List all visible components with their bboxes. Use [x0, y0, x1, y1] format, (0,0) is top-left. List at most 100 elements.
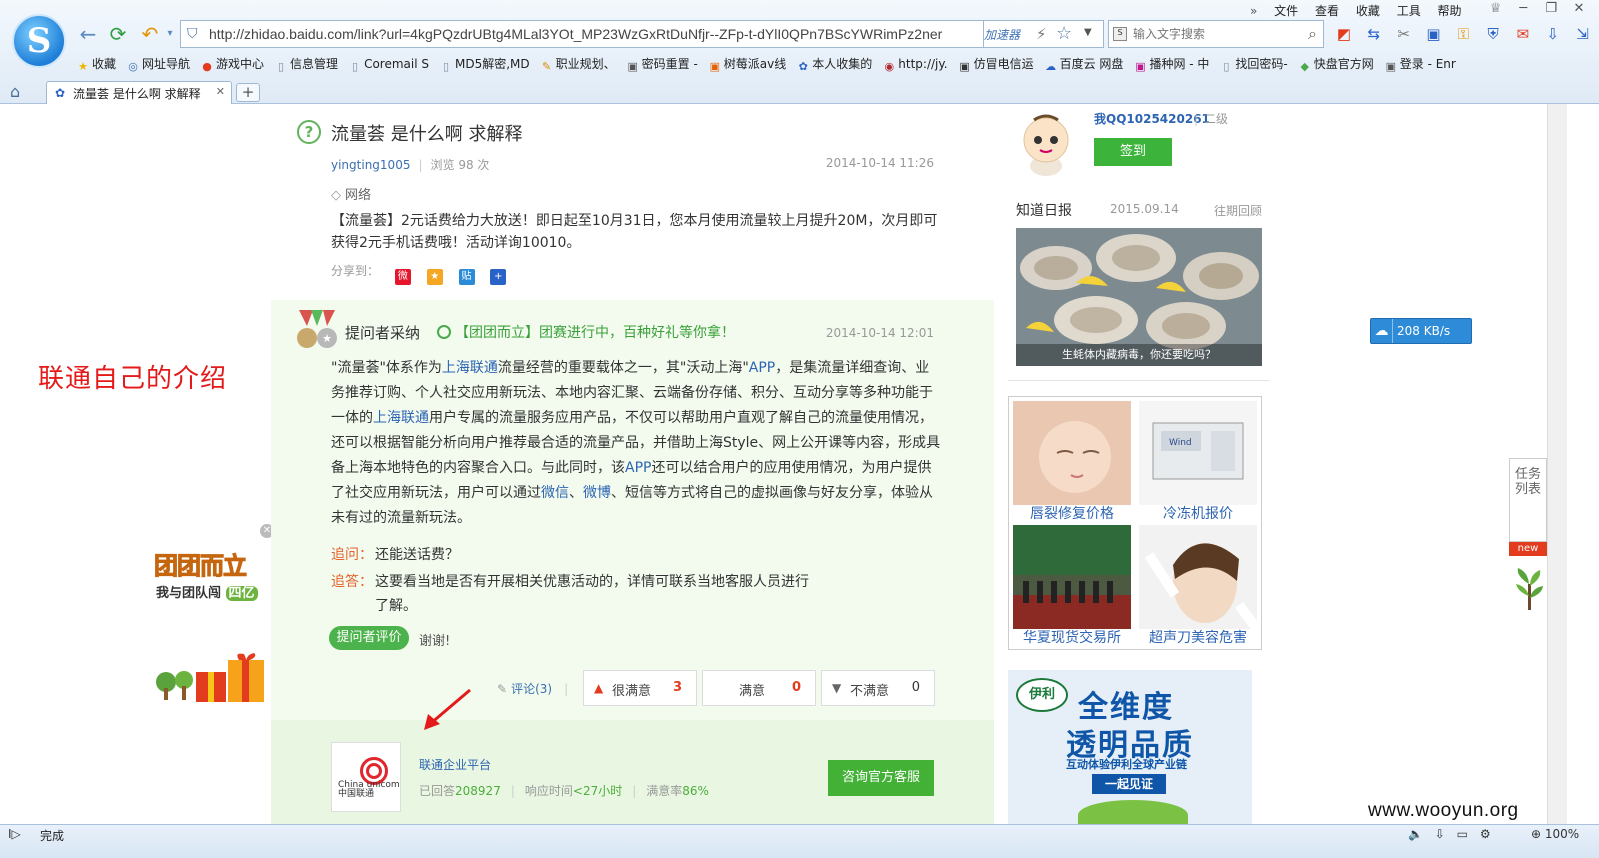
volume-icon[interactable]: 🔈 — [1408, 827, 1423, 841]
vote-very-satisfied[interactable]: ▲ 很满意 3 — [583, 670, 697, 706]
bookmark-item[interactable]: ● 游戏中心 — [200, 54, 264, 74]
tieba-share-icon[interactable]: 贴 — [458, 269, 475, 285]
security-shield-icon[interactable]: ⛨ — [1481, 22, 1505, 46]
menu-help[interactable]: 帮助 — [1438, 2, 1462, 19]
more-share-icon[interactable]: + — [490, 269, 507, 285]
sync-icon[interactable]: ⇆ — [1362, 22, 1386, 46]
home-icon[interactable]: ⌂ — [10, 82, 20, 101]
promo-link[interactable]: 【团团而立】团赛进行中，百种好礼等你拿！ — [437, 322, 735, 342]
answer-keyword-link[interactable]: 微博 — [583, 485, 611, 501]
search-engine-icon[interactable]: S — [1113, 27, 1127, 41]
floating-ad[interactable]: ✕ 团团而立 我与团队闯 四亿 — [150, 524, 274, 708]
bookmark-item[interactable]: ▣ 登录 - Enr — [1384, 54, 1456, 74]
accelerator-button[interactable]: 加速器 — [984, 26, 1020, 43]
url-text[interactable]: http://zhidao.baidu.com/link?url=4kgPQzd… — [209, 26, 977, 42]
answer-keyword-link[interactable]: 微信 — [541, 485, 569, 501]
answer-keyword-link[interactable]: 上海联通 — [442, 360, 498, 376]
question-tag[interactable]: ◇ 网络 — [331, 184, 371, 203]
bookmark-item[interactable]: ▯ 找回密码- — [1219, 54, 1287, 74]
ad-label-4[interactable]: 超声刀美容危害 — [1135, 627, 1261, 647]
vote-satisfied[interactable]: 满意 0 — [702, 670, 816, 706]
mail-icon[interactable]: ✉ — [1511, 22, 1535, 46]
ad-label-3[interactable]: 华夏现货交易所 — [1009, 627, 1135, 647]
favorite-star-icon[interactable]: ☆ — [1056, 23, 1072, 44]
bookmark-item[interactable]: ▯ Coremail S — [348, 54, 429, 74]
bookmark-item[interactable]: ◉ http://jy. — [882, 54, 947, 74]
ad-label-1[interactable]: 唇裂修复价格 — [1009, 503, 1135, 523]
bookmark-item[interactable]: ◆ 快盘官方网 — [1298, 54, 1374, 74]
weibo-share-icon[interactable]: 微 — [394, 269, 411, 285]
bookmark-item[interactable]: ◎ 网址导航 — [126, 54, 190, 74]
yili-witness-button[interactable]: 一起见证 — [1092, 774, 1166, 794]
bookmark-item[interactable]: ▯ MD5解密,MD — [439, 54, 530, 74]
answer-keyword-link[interactable]: APP — [625, 460, 651, 476]
undo-dropdown-icon[interactable]: ▾ — [158, 22, 182, 46]
download-status-icon[interactable]: ⇩ — [1435, 827, 1445, 841]
screenshot-icon[interactable]: ◩ — [1332, 22, 1356, 46]
asker-rating-button[interactable]: 提问者评价 — [329, 626, 409, 650]
ad-image-2[interactable]: Wind — [1139, 401, 1257, 505]
more-icon[interactable]: ⇲ — [1571, 22, 1595, 46]
window-icon[interactable]: ▭ — [1457, 827, 1468, 841]
china-unicom-logo[interactable]: China unicom中国联通 — [331, 742, 401, 812]
bookmark-item[interactable]: ✎ 职业规划、 — [540, 54, 616, 74]
search-input[interactable] — [1133, 25, 1293, 43]
zoom-level[interactable]: ⊕ 100% — [1531, 827, 1579, 841]
bookmark-item[interactable]: ▣ 密码重置 - — [626, 54, 697, 74]
ad-image-3[interactable] — [1013, 525, 1131, 629]
maximize-icon[interactable]: ❐ — [1539, 1, 1563, 16]
new-tab-button[interactable]: + — [236, 83, 260, 102]
daily-past-link[interactable]: 往期回顾 — [1214, 202, 1262, 219]
ad-image-1[interactable] — [1013, 401, 1131, 505]
asker-username[interactable]: yingting1005 — [331, 158, 410, 172]
ad-label-2[interactable]: 冷冻机报价 — [1135, 503, 1261, 523]
minimize-icon[interactable]: ─ — [1511, 1, 1535, 16]
daily-image[interactable]: 生蚝体内藏病毒，你还要吃吗？ — [1016, 228, 1262, 366]
search-icon[interactable]: ⌕ — [1308, 24, 1317, 44]
close-icon[interactable]: ✕ — [1567, 1, 1591, 16]
bookmark-item[interactable]: ★ 收藏 — [76, 54, 116, 74]
sign-in-button[interactable]: 签到 — [1094, 138, 1172, 166]
address-dropdown-icon[interactable]: ▼ — [1084, 27, 1092, 38]
address-bar[interactable]: ⛉ http://zhidao.baidu.com/link?url=4kgPQ… — [180, 20, 984, 48]
plant-icon[interactable] — [1514, 566, 1544, 610]
answer-keyword-link[interactable]: 上海联通 — [373, 410, 429, 426]
menu-favorites[interactable]: 收藏 — [1356, 2, 1380, 19]
back-icon[interactable]: ← — [76, 22, 100, 46]
tab-close-icon[interactable]: ✕ — [216, 85, 225, 98]
menu-collapse-icon[interactable]: » — [1250, 4, 1257, 18]
page-scrollbar[interactable] — [1547, 104, 1567, 824]
menu-file[interactable]: 文件 — [1274, 2, 1298, 19]
qzone-share-icon[interactable]: ★ — [426, 269, 443, 285]
lightning-icon[interactable]: ⚡ — [1036, 25, 1047, 43]
ad-image-4[interactable] — [1139, 525, 1257, 629]
key-icon[interactable]: ⚿ — [1451, 22, 1475, 46]
tab-current[interactable]: ✿ 流量荟 是什么啊 求解释 ✕ — [46, 81, 232, 104]
bookmark-item[interactable]: ▣ 仿冒电信运 — [958, 54, 1033, 74]
panel-toggle-icon[interactable]: I▷ — [8, 827, 21, 841]
menu-view[interactable]: 查看 — [1315, 2, 1339, 19]
bookmark-item[interactable]: ✿ 本人收集的 — [796, 54, 873, 74]
bookmark-item[interactable]: ☁ 百度云 网盘 — [1044, 54, 1123, 74]
consult-official-button[interactable]: 咨询官方客服 — [828, 760, 934, 796]
search-box[interactable]: S ⌕ — [1108, 20, 1324, 48]
sogou-logo[interactable]: S — [12, 14, 66, 68]
enterprise-name[interactable]: 联通企业平台 — [419, 756, 491, 773]
username-link[interactable]: 我QQ1025420261 — [1094, 110, 1210, 127]
bookmark-item[interactable]: ▣ 树莓派av线 — [708, 54, 787, 74]
settings-icon[interactable]: ⚙ — [1480, 827, 1491, 841]
refresh-icon[interactable]: ⟳ — [106, 22, 130, 46]
yili-banner-ad[interactable]: 伊利 全维度 透明品质 互动体验伊利全球产业链 一起见证 — [1008, 670, 1252, 824]
translate-icon[interactable]: ▣ — [1421, 22, 1445, 46]
skin-icon[interactable]: ♕ — [1484, 1, 1508, 16]
answer-keyword-link[interactable]: APP — [749, 360, 775, 376]
speed-widget[interactable]: ☁ 208 KB/s — [1370, 318, 1472, 344]
menu-tools[interactable]: 工具 — [1397, 2, 1421, 19]
bookmark-item[interactable]: ▯ 信息管理 — [274, 54, 338, 74]
download-icon[interactable]: ⇩ — [1541, 22, 1565, 46]
task-list-panel[interactable]: 任务列表 — [1509, 458, 1547, 542]
vote-unsatisfied[interactable]: ▼ 不满意 0 — [821, 670, 935, 706]
user-avatar[interactable] — [1016, 112, 1076, 176]
comment-link[interactable]: ✎ 评论(3) | — [497, 680, 568, 697]
bookmark-item[interactable]: ▣ 播种网 - 中 — [1133, 54, 1209, 74]
